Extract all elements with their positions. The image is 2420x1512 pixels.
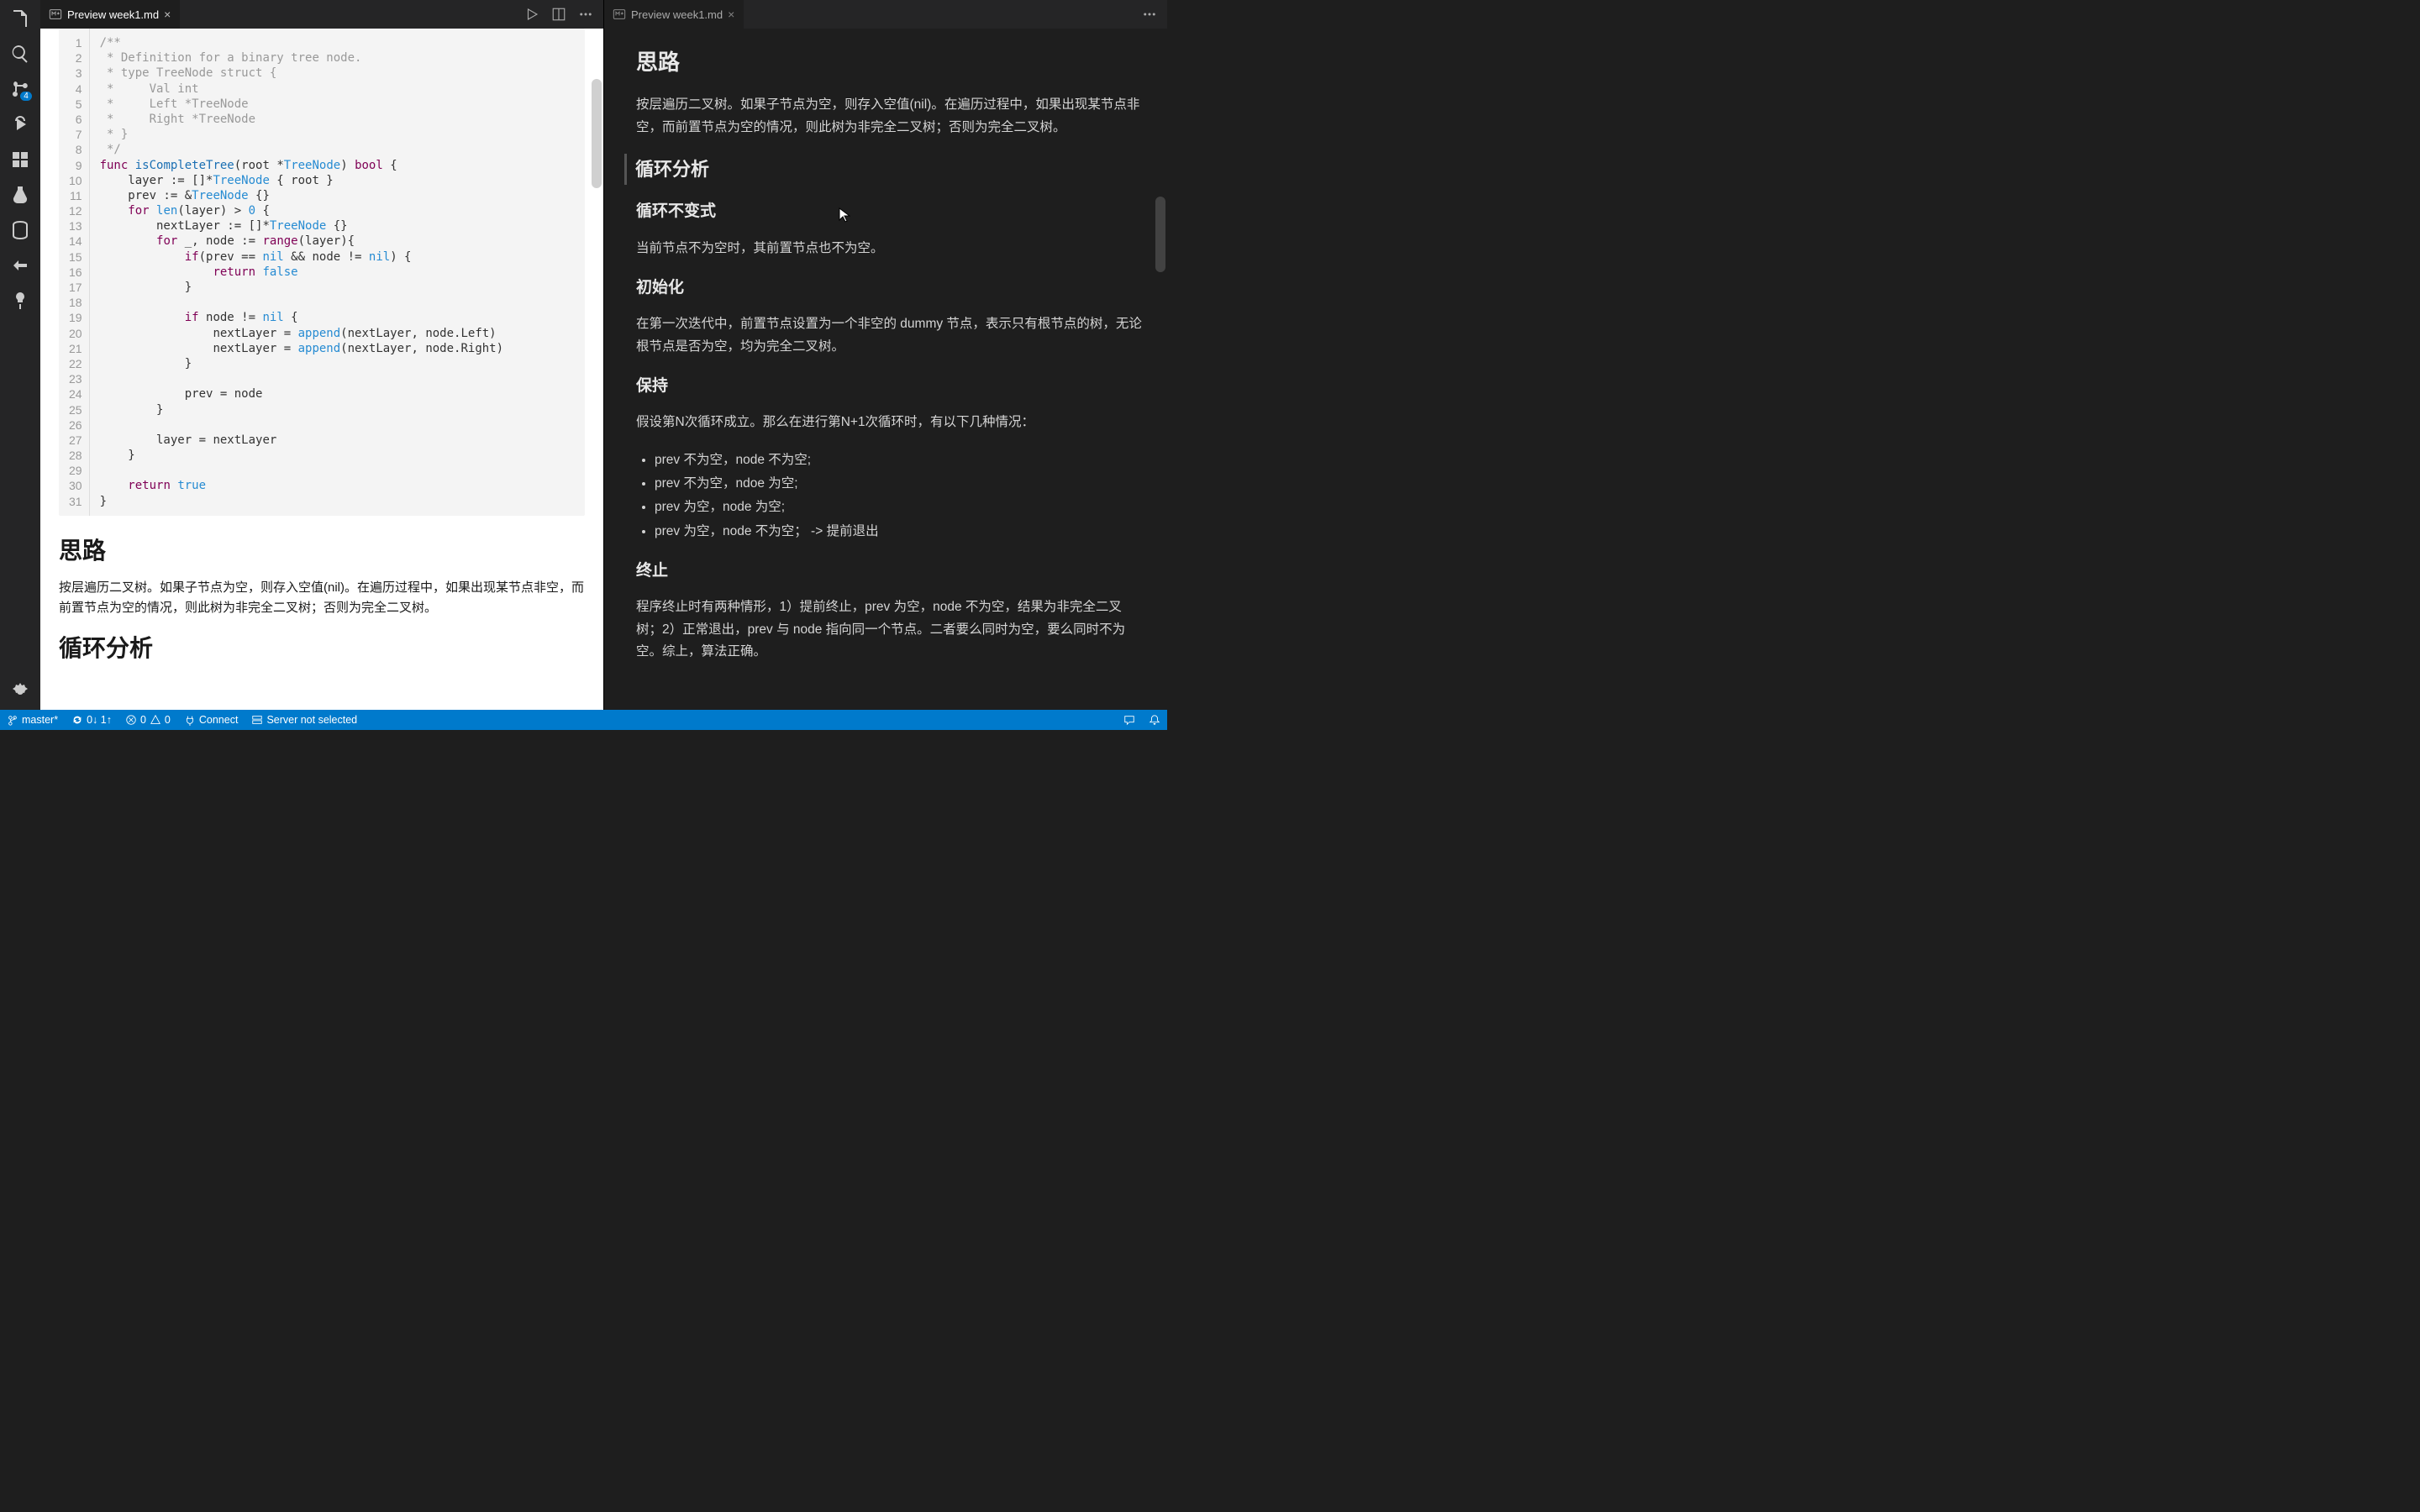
branch-icon (7, 714, 18, 726)
markdown-preview-icon (613, 8, 626, 21)
plug-icon (184, 714, 196, 726)
explorer-icon[interactable] (10, 8, 30, 29)
list-item: prev 不为空，ndoe 为空; (655, 473, 1144, 495)
close-icon[interactable]: × (728, 8, 734, 21)
r-pd: 程序终止时有两种情形，1）提前终止，prev 为空，node 不为空，结果为非完… (636, 596, 1144, 663)
error-icon (125, 714, 137, 726)
status-sync[interactable]: 0↓ 1↑ (71, 714, 112, 726)
tab-preview-left[interactable]: Preview week1.md × (40, 0, 180, 29)
status-branch[interactable]: master* (7, 714, 58, 726)
status-bar: master* 0↓ 1↑ 0 0 Connect Server not sel… (0, 710, 1167, 730)
r-h1: 思路 (636, 44, 1144, 81)
r-pb: 在第一次迭代中，前置节点设置为一个非空的 dummy 节点，表示只有根节点的树，… (636, 313, 1144, 358)
r-p1: 按层遍历二叉树。如果子节点为空，则存入空值(nil)。在遍历过程中，如果出现某节… (636, 94, 1144, 139)
scm-badge: 4 (20, 92, 32, 101)
debug-icon[interactable] (10, 114, 30, 134)
activity-bar: 4 (0, 0, 40, 710)
status-connect[interactable]: Connect (184, 714, 239, 726)
r-h3d: 终止 (636, 558, 1144, 585)
scm-icon[interactable]: 4 (10, 79, 30, 99)
more-icon[interactable] (578, 7, 593, 22)
settings-icon[interactable] (10, 681, 30, 701)
extensions-icon[interactable] (10, 150, 30, 170)
md-h2: 循环分析 (59, 630, 585, 664)
split-editor-icon[interactable] (551, 7, 566, 22)
more-icon[interactable] (1142, 7, 1157, 22)
close-icon[interactable]: × (164, 8, 171, 21)
code-block: 1234567891011121314151617181920212223242… (59, 29, 585, 516)
scrollbar-thumb[interactable] (1155, 197, 1165, 272)
markdown-preview-icon (49, 8, 62, 21)
sync-icon (71, 714, 83, 726)
left-tabbar: Preview week1.md × (40, 0, 603, 29)
status-server[interactable]: Server not selected (251, 714, 357, 726)
scrollbar-thumb[interactable] (592, 79, 602, 188)
md-p: 按层遍历二叉树。如果子节点为空，则存入空值(nil)。在遍历过程中，如果出现某节… (59, 578, 585, 618)
status-bell[interactable] (1149, 714, 1160, 726)
left-preview-body: 1234567891011121314151617181920212223242… (40, 29, 603, 701)
md-h1: 思路 (59, 533, 585, 566)
r-h2: 循环分析 (624, 154, 1144, 185)
warning-icon (150, 714, 161, 726)
bell-icon (1149, 714, 1160, 726)
search-icon[interactable] (10, 44, 30, 64)
feedback-icon (1123, 714, 1135, 726)
r-h3b: 初始化 (636, 275, 1144, 302)
tab-label: Preview week1.md (67, 8, 159, 21)
r-h3a: 循环不变式 (636, 198, 1144, 225)
r-pc: 假设第N次循环成立。那么在进行第N+1次循环时，有以下几种情况： (636, 412, 1144, 433)
go-icon[interactable] (10, 255, 30, 276)
right-tabbar: Preview week1.md × (604, 0, 1167, 29)
list-item: prev 为空，node 不为空； -> 提前退出 (655, 521, 1144, 543)
r-pa: 当前节点不为空时，其前置节点也不为空。 (636, 238, 1144, 260)
status-feedback[interactable] (1123, 714, 1135, 726)
run-icon[interactable] (524, 7, 539, 22)
server-icon (251, 714, 263, 726)
status-problems[interactable]: 0 0 (125, 714, 171, 726)
tab-label: Preview week1.md (631, 8, 723, 21)
r-h3c: 保持 (636, 373, 1144, 400)
r-ul: prev 不为空，node 不为空; prev 不为空，ndoe 为空; pre… (655, 449, 1144, 543)
database-icon[interactable] (10, 220, 30, 240)
tree-icon[interactable] (10, 291, 30, 311)
tab-preview-right[interactable]: Preview week1.md × (604, 0, 744, 29)
test-icon[interactable] (10, 185, 30, 205)
list-item: prev 为空，node 为空; (655, 496, 1144, 518)
list-item: prev 不为空，node 不为空; (655, 449, 1144, 471)
right-preview-body: 思路 按层遍历二叉树。如果子节点为空，则存入空值(nil)。在遍历过程中，如果出… (604, 29, 1167, 703)
